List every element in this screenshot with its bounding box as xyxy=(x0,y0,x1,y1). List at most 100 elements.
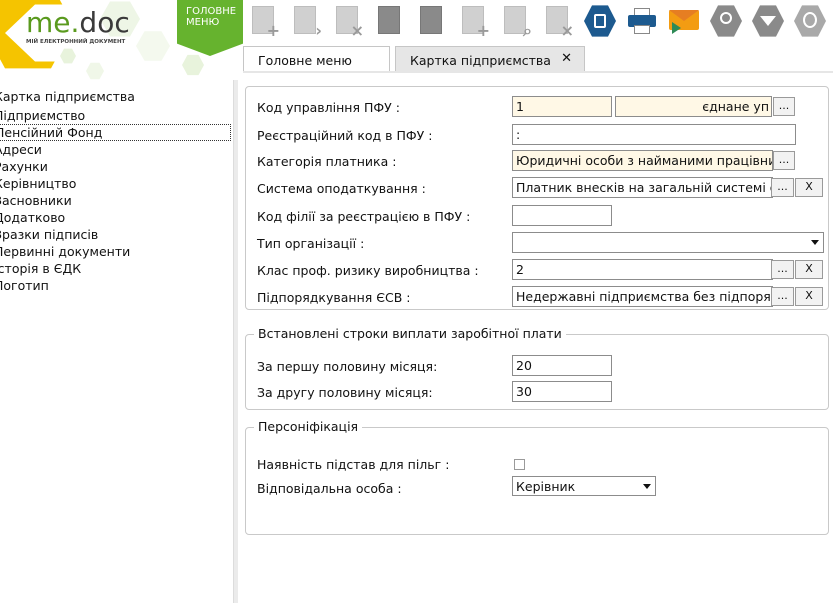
risk-class-field[interactable]: 2 xyxy=(512,259,773,280)
filter-funnel xyxy=(760,16,776,26)
new-doc-icon[interactable]: + xyxy=(248,4,280,40)
pfu-name-field[interactable]: єднане уп xyxy=(615,96,772,117)
decor-hex xyxy=(86,62,104,80)
sidebar: Картка підприємства Підприємство Пенсійн… xyxy=(0,87,233,603)
doc-shape xyxy=(420,6,442,34)
personification-legend: Персоніфікація xyxy=(254,419,363,434)
decor-hex xyxy=(136,31,170,61)
salary-legend: Встановлені строки виплати заробітної пл… xyxy=(254,326,566,341)
search-doc-icon[interactable]: ⌕ xyxy=(500,4,532,40)
logo-subtitle: МІЙ ЕЛЕКТРОННИЙ ДОКУМЕНТ xyxy=(26,39,126,45)
tab-label: Головне меню xyxy=(258,53,352,68)
save-disk xyxy=(594,14,606,28)
doc-shape xyxy=(294,6,316,34)
pfu-reg-code-label: Реєстраційний код в ПФУ : xyxy=(257,128,433,143)
sidebar-item-enterprise[interactable]: Підприємство xyxy=(0,108,85,125)
tab-company-card[interactable]: Картка підприємства ✕ xyxy=(395,46,585,72)
sidebar-item-edk-history[interactable]: Історія в ЄДК xyxy=(0,261,81,278)
second-half-label: За другу половину місяця: xyxy=(257,385,433,400)
tax-system-clear-button[interactable]: X xyxy=(795,178,823,197)
pfu-code-field[interactable]: 1 xyxy=(512,96,612,117)
plus-glyph: + xyxy=(476,21,490,40)
sidebar-item-primary-docs[interactable]: Первинні документи xyxy=(0,244,130,261)
logo-doc-text: doc xyxy=(79,6,130,39)
plus-glyph: + xyxy=(266,21,280,40)
decor-hex xyxy=(182,54,204,76)
filter-icon[interactable] xyxy=(752,4,784,38)
branch-code-field[interactable] xyxy=(512,205,612,226)
risk-class-label: Клас проф. ризику виробництва : xyxy=(257,263,479,278)
salary-panel: Встановлені строки виплати заробітної пл… xyxy=(245,326,829,410)
main-menu-button[interactable]: ГОЛОВНЕ МЕНЮ xyxy=(177,0,243,56)
main-menu-label-1: ГОЛОВНЕ xyxy=(186,6,237,17)
first-half-field[interactable]: 20 xyxy=(512,355,612,376)
app-logo: me.doc xyxy=(26,6,130,39)
tax-system-label: Система оподаткування : xyxy=(257,181,426,196)
sidebar-item-founders[interactable]: Засновники xyxy=(0,193,72,210)
tab-underline xyxy=(243,71,833,73)
magnifier-icon[interactable] xyxy=(710,4,742,38)
open-doc-icon[interactable]: › xyxy=(290,4,322,40)
delete-doc-icon[interactable]: × xyxy=(332,4,364,40)
responsible-label: Відповідальна особа : xyxy=(257,481,402,496)
sidebar-item-management[interactable]: Керівництво xyxy=(0,176,76,193)
sidebar-item-pension-fund[interactable]: Пенсійний Фонд xyxy=(0,124,231,141)
arrow-glyph: › xyxy=(315,21,322,40)
pfu-code-label: Код управління ПФУ : xyxy=(257,100,400,115)
remove-list-icon[interactable]: × xyxy=(542,4,574,40)
payer-category-browse-button[interactable]: ... xyxy=(773,151,795,170)
pfu-panel: Код управління ПФУ : 1 єднане уп ... Реє… xyxy=(245,86,829,310)
org-type-select[interactable] xyxy=(512,232,824,253)
magnifier-lens xyxy=(720,12,732,24)
risk-class-clear-button[interactable]: X xyxy=(795,260,823,279)
esv-clear-button[interactable]: X xyxy=(795,287,823,306)
send-mail-icon[interactable] xyxy=(668,4,700,38)
tax-system-browse-button[interactable]: ... xyxy=(771,178,794,197)
sidebar-item-logo[interactable]: Логотип xyxy=(0,278,49,295)
esv-browse-button[interactable]: ... xyxy=(771,287,794,306)
edit-doc-icon[interactable] xyxy=(416,4,448,38)
payer-category-label: Категорія платника : xyxy=(257,154,397,169)
tab-bar: Головне меню Картка підприємства ✕ xyxy=(243,46,833,72)
esv-field[interactable]: Недержавні підприємства без підпоряд xyxy=(512,286,773,307)
esv-label: Підпорядкування ЄСВ : xyxy=(257,290,411,305)
add-list-icon[interactable]: + xyxy=(458,4,490,40)
second-half-field[interactable]: 30 xyxy=(512,381,612,402)
doc-shape xyxy=(378,6,400,34)
payer-category-field[interactable]: Юридичні особи з найманими працівниками xyxy=(512,150,773,171)
pfu-code-browse-button[interactable]: ... xyxy=(773,97,795,116)
printer-paper xyxy=(634,25,650,34)
search-glyph: ⌕ xyxy=(523,21,532,40)
copy-doc-icon[interactable] xyxy=(374,4,406,38)
shield-check xyxy=(803,12,817,28)
send-arrow xyxy=(672,22,681,34)
responsible-select[interactable]: Керівник xyxy=(512,476,656,496)
x-glyph: × xyxy=(350,21,364,40)
tab-main-menu[interactable]: Головне меню xyxy=(243,46,390,72)
sidebar-item-company-card[interactable]: Картка підприємства xyxy=(0,89,135,106)
close-icon[interactable]: ✕ xyxy=(561,51,572,66)
x-glyph: × xyxy=(560,21,574,40)
risk-class-browse-button[interactable]: ... xyxy=(771,260,794,279)
sidebar-item-accounts[interactable]: Рахунки xyxy=(0,159,48,176)
sidebar-item-addresses[interactable]: Адреси xyxy=(0,142,42,159)
personification-panel: Персоніфікація Наявність підстав для піл… xyxy=(245,419,829,535)
tax-system-field[interactable]: Платник внесків на загальній системі оп xyxy=(512,177,773,198)
branch-code-label: Код філії за реєстрацією в ПФУ : xyxy=(257,209,471,224)
chevron-down-icon[interactable] xyxy=(643,484,651,489)
benefits-checkbox[interactable] xyxy=(514,459,525,470)
first-half-label: За першу половину місяця: xyxy=(257,359,438,374)
sidebar-item-additional[interactable]: Додатково xyxy=(0,210,65,227)
org-type-label: Тип організації : xyxy=(257,236,365,251)
chevron-down-icon[interactable] xyxy=(811,240,819,245)
print-icon[interactable] xyxy=(626,4,658,38)
main-content: Код управління ПФУ : 1 єднане уп ... Реє… xyxy=(238,80,833,603)
save-icon[interactable] xyxy=(584,4,616,38)
pfu-reg-code-field[interactable]: : xyxy=(512,124,796,145)
shield-check-icon[interactable] xyxy=(794,4,826,38)
envelope-flap xyxy=(669,10,699,21)
tab-label: Картка підприємства xyxy=(410,53,551,68)
main-menu-label-2: МЕНЮ xyxy=(186,17,220,28)
benefits-label: Наявність підстав для пільг : xyxy=(257,457,450,472)
sidebar-item-signatures[interactable]: Зразки підписів xyxy=(0,227,98,244)
